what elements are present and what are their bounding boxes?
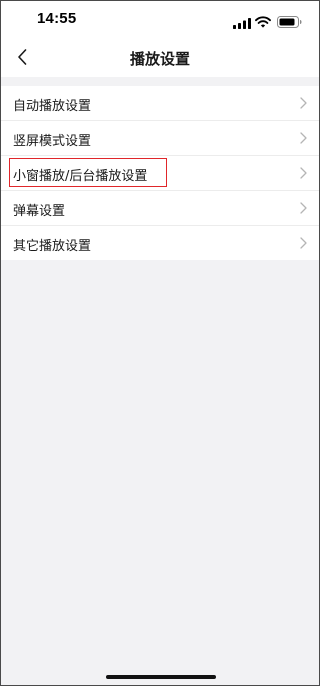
- list-item-label: 小窗播放/后台播放设置: [13, 169, 148, 184]
- list-item-label: 竖屏模式设置: [13, 134, 92, 149]
- status-time: 14:55: [37, 10, 77, 27]
- settings-list: 自动播放设置 竖屏模式设置 小窗播放/后台播放设置 弹幕设置 其它播放设置: [1, 86, 319, 260]
- list-item-danmaku-settings[interactable]: 弹幕设置: [1, 190, 319, 225]
- list-item-label: 其它播放设置: [13, 239, 92, 254]
- nav-bar: 播放设置: [1, 37, 319, 77]
- battery-icon: [277, 13, 302, 28]
- list-item-label: 自动播放设置: [13, 99, 92, 114]
- list-item-portrait-mode-settings[interactable]: 竖屏模式设置: [1, 120, 319, 155]
- status-bar: 14:55: [1, 1, 319, 37]
- wifi-icon: [255, 13, 271, 28]
- chevron-right-icon: [300, 132, 307, 144]
- list-item-label: 弹幕设置: [13, 204, 66, 219]
- page-title: 播放设置: [129, 50, 190, 68]
- signal-icon: [233, 14, 251, 29]
- chevron-right-icon: [300, 202, 307, 214]
- list-item-other-playback-settings[interactable]: 其它播放设置: [1, 225, 319, 260]
- list-item-mini-window-background-playback-settings[interactable]: 小窗播放/后台播放设置: [1, 155, 319, 190]
- chevron-right-icon: [300, 237, 307, 249]
- screen: 14:55 播放设置 自动播放设置 竖屏模式设置 小窗播放/后台播放设置 弹幕设…: [0, 0, 320, 686]
- chevron-right-icon: [300, 167, 307, 179]
- list-item-autoplay-settings[interactable]: 自动播放设置: [1, 86, 319, 120]
- chevron-right-icon: [300, 97, 307, 109]
- home-indicator[interactable]: [106, 675, 216, 679]
